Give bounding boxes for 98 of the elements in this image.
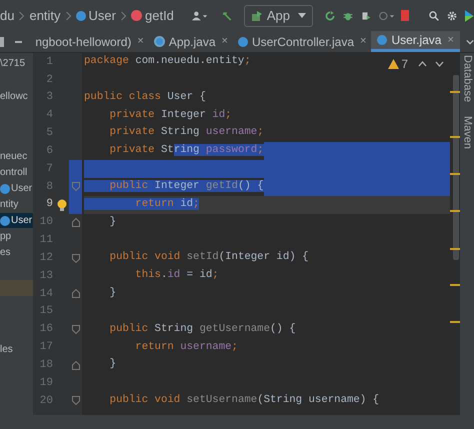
code-line: private Integer id; [108, 108, 232, 123]
code-line: public Integer getId() { [84, 178, 264, 196]
code-line: } [108, 214, 116, 230]
code-line: this.id = id; [134, 268, 219, 284]
breadcrumb-item[interactable]: User [76, 6, 116, 26]
tree-item[interactable]: User [0, 213, 33, 228]
panel-icon[interactable] [0, 36, 4, 46]
line-number: 5 [45, 126, 53, 142]
line-number: 11 [38, 233, 53, 248]
fold-icon[interactable] [72, 289, 80, 298]
fold-icon[interactable] [72, 325, 80, 334]
class-icon [0, 184, 10, 194]
code-line: public String getUsername() { [108, 322, 296, 337]
editor-tab[interactable]: ngboot-helloword) × [30, 31, 149, 52]
editor-tab[interactable]: User.java × [371, 31, 460, 52]
close-icon[interactable]: × [447, 32, 454, 48]
tree-item[interactable]: User [0, 181, 33, 196]
run-config-dropdown[interactable]: App [244, 4, 314, 26]
line-number: 2 [45, 72, 53, 88]
code-line: public class User { [84, 90, 206, 105]
tree-item[interactable]: neuec [0, 149, 33, 164]
line-number: 18 [38, 358, 53, 374]
search-icon[interactable] [429, 8, 440, 22]
code-line: return username; [134, 340, 238, 354]
code-line: package com.neuedu.entity; [84, 54, 251, 69]
code-line: } [108, 286, 116, 301]
caret-icon [298, 13, 306, 18]
warning-marker [450, 321, 460, 323]
breadcrumb-item[interactable]: getId [131, 6, 174, 26]
tree-item[interactable]: les [0, 342, 33, 357]
tree-item[interactable]: ellowc [0, 89, 33, 104]
fold-icon[interactable] [72, 254, 80, 263]
class-icon [377, 35, 388, 45]
line-number: 19 [38, 376, 53, 391]
breadcrumb-item[interactable]: entity [29, 6, 61, 26]
code-line: } [108, 357, 116, 372]
line-number: 4 [45, 108, 53, 124]
line-number: 16 [38, 322, 53, 338]
next-icon[interactable] [435, 61, 444, 67]
tree-item[interactable]: es [0, 245, 33, 260]
lightbulb-icon[interactable] [57, 198, 67, 211]
line-number: 20 [38, 394, 53, 409]
class-icon [238, 36, 248, 46]
line-number: 13 [38, 268, 53, 284]
warning-count[interactable]: 7 [401, 55, 408, 73]
stop-icon[interactable] [401, 10, 410, 21]
fold-icon[interactable] [72, 218, 80, 228]
line-number: 14 [38, 286, 53, 302]
breadcrumb-item[interactable]: du [0, 6, 14, 26]
line-number: 17 [38, 340, 53, 356]
line-number: 1 [45, 54, 53, 70]
highlighted-row [0, 280, 33, 296]
tree-item[interactable]: ontroll [0, 165, 33, 180]
editor-tab[interactable]: UserController.java × [232, 31, 372, 52]
fold-icon[interactable] [72, 396, 80, 406]
breadcrumb-separator-icon [66, 10, 71, 20]
line-number: 7 [45, 162, 53, 177]
warning-marker [450, 136, 460, 138]
tree-item[interactable]: pp [0, 229, 33, 244]
warning-marker [450, 173, 460, 175]
line-number: 12 [38, 250, 53, 266]
warning-icon[interactable] [388, 59, 400, 69]
code-line: private String password; [108, 143, 264, 158]
class-icon [0, 216, 10, 226]
breadcrumb-separator-icon [19, 10, 24, 20]
chevron-down-icon[interactable] [466, 38, 474, 44]
line-number: 15 [38, 304, 53, 320]
warning-marker [450, 248, 460, 250]
editor-tab[interactable]: App.java × [148, 31, 233, 52]
plugin-logo-icon[interactable] [465, 8, 474, 24]
tool-window-button[interactable]: Maven [458, 116, 474, 150]
line-number: 3 [45, 90, 53, 106]
line-number: 9 [45, 197, 53, 212]
run-config-icon [250, 10, 263, 22]
line-number: 8 [45, 180, 53, 195]
tool-window-button[interactable]: Database [458, 55, 474, 102]
tree-item[interactable]: ntity [0, 197, 33, 212]
line-number: 6 [45, 144, 53, 159]
previous-icon[interactable] [418, 61, 427, 67]
warning-marker [450, 91, 460, 93]
close-icon[interactable]: × [222, 33, 228, 50]
tree-item[interactable]: \2715 [0, 56, 33, 71]
user-icon[interactable] [192, 8, 208, 22]
rerun-icon[interactable] [325, 8, 336, 22]
breadcrumb-separator-icon [121, 10, 126, 20]
method-icon [131, 10, 142, 21]
code-line: public void setUsername(String username) { [108, 393, 380, 408]
class-icon [76, 10, 86, 20]
line-number: 10 [38, 215, 53, 230]
fold-icon[interactable] [72, 360, 80, 370]
close-icon[interactable]: × [137, 33, 144, 50]
close-icon[interactable]: × [360, 33, 366, 50]
warning-marker [450, 284, 460, 286]
scrollbar-thumb[interactable] [453, 75, 459, 260]
warning-marker [450, 210, 460, 212]
code-line: private String username; [108, 125, 264, 140]
code-line: public void setId(Integer id) { [108, 250, 308, 266]
class-icon [154, 36, 165, 47]
